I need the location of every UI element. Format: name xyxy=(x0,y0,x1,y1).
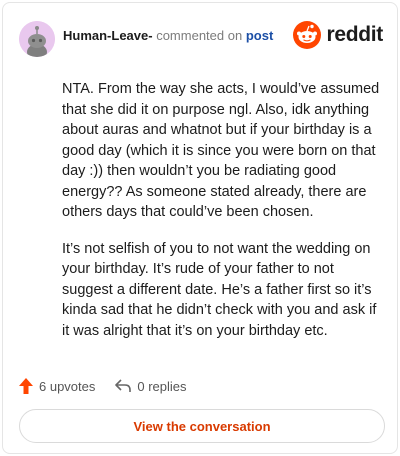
post-link[interactable]: post xyxy=(246,28,273,43)
commented-on-text: commented on xyxy=(156,28,243,43)
reddit-wordmark: reddit xyxy=(326,23,383,46)
replies-stat[interactable]: 0 replies xyxy=(115,378,187,394)
comment-footer: 6 upvotes 0 replies xyxy=(19,375,187,397)
reddit-logo[interactable]: reddit xyxy=(293,19,383,51)
comment-embed-card: Human-Leave- commented on post reddit NT… xyxy=(2,2,398,454)
author-name[interactable]: Human-Leave- xyxy=(63,28,153,43)
author-line: Human-Leave- commented on post xyxy=(63,27,273,45)
comment-paragraph: NTA. From the way she acts, I would’ve a… xyxy=(62,81,380,220)
comment-body: NTA. From the way she acts, I would’ve a… xyxy=(62,79,384,341)
upvotes-stat[interactable]: 6 upvotes xyxy=(19,378,95,394)
view-conversation-button[interactable]: View the conversation xyxy=(19,409,385,443)
replies-count: 0 replies xyxy=(137,378,187,394)
snoo-avatar-icon[interactable] xyxy=(19,21,55,57)
upvote-arrow-icon xyxy=(19,378,33,394)
reply-arrow-icon xyxy=(115,379,132,392)
comment-header: Human-Leave- commented on post reddit xyxy=(19,17,383,57)
comment-paragraph: It’s not selfish of you to not want the … xyxy=(62,240,377,339)
reddit-snoo-icon xyxy=(293,21,322,49)
upvotes-count: 6 upvotes xyxy=(39,378,96,394)
